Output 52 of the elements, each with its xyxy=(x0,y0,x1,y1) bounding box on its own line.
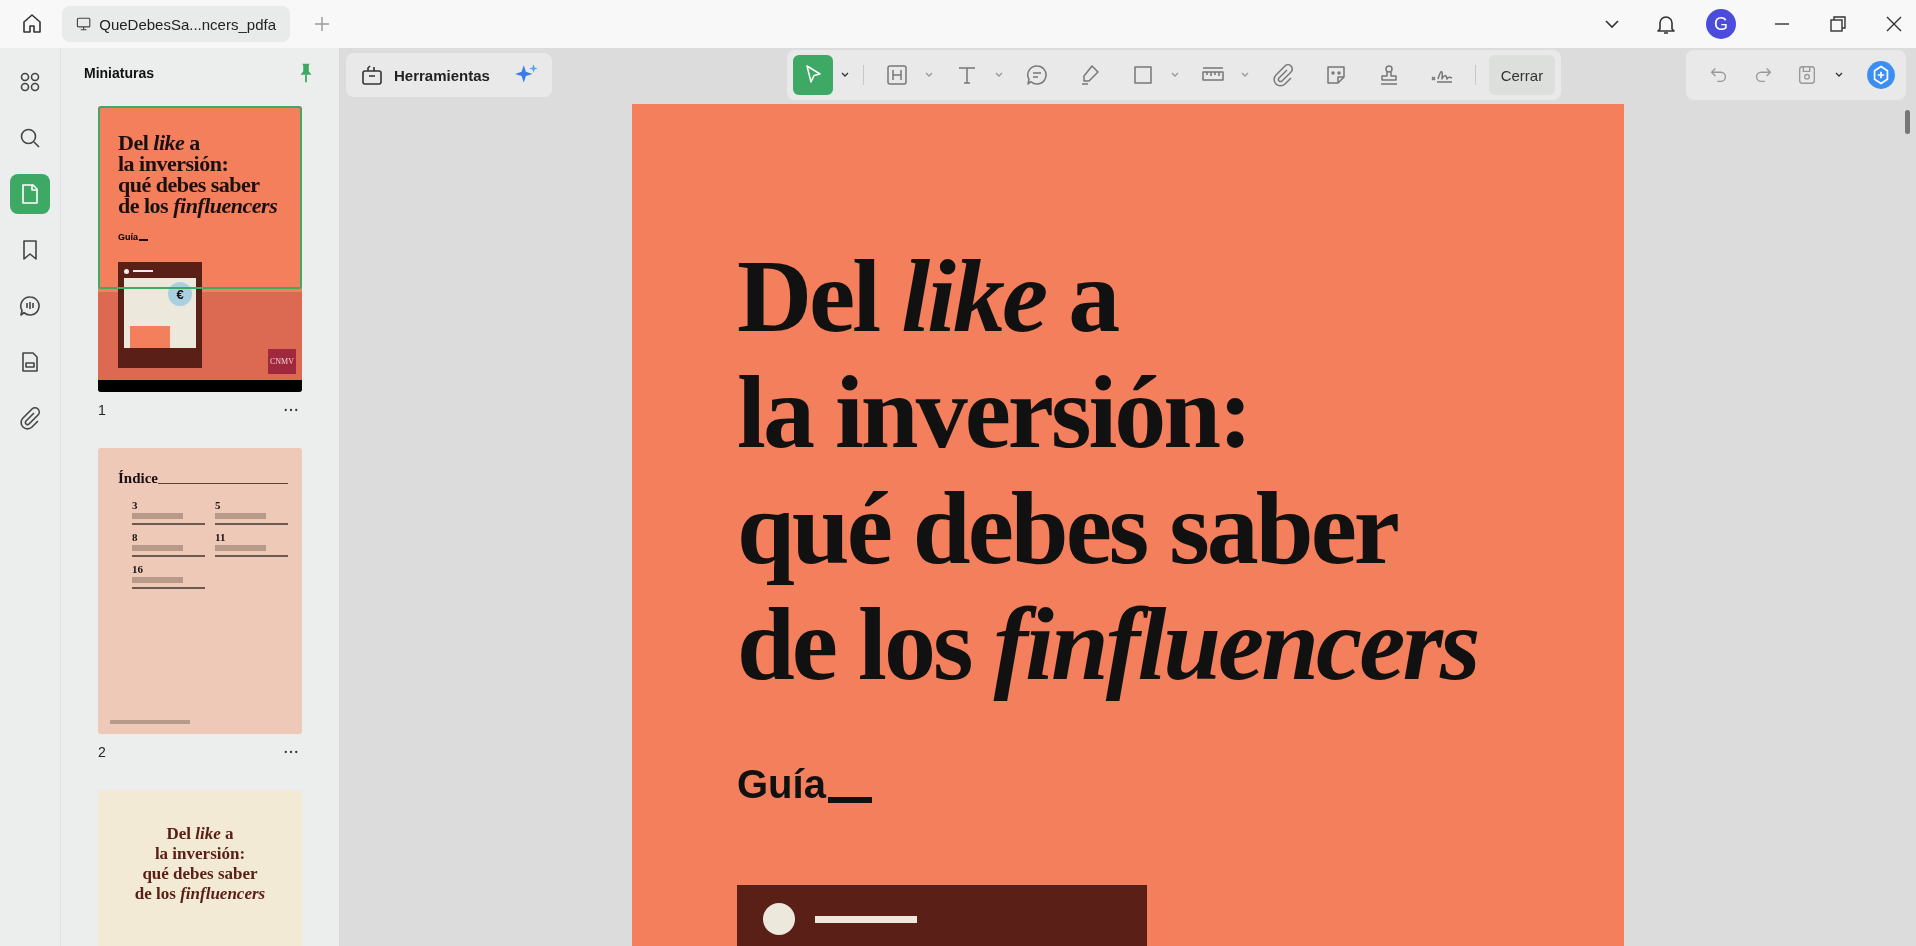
more-icon[interactable] xyxy=(284,408,298,412)
save-icon[interactable] xyxy=(1796,64,1818,86)
thumbnail-title-line: de los finfluencers xyxy=(118,195,279,216)
page-title-line: de los finfluencers xyxy=(737,586,1479,702)
close-icon[interactable] xyxy=(1884,14,1904,34)
thumbnail-title-line: Del like a xyxy=(165,824,235,844)
page-title-line: Del like a xyxy=(737,238,1119,354)
tools-button[interactable]: Herramientas xyxy=(346,53,552,97)
document-tab[interactable]: QueDebesSa...ncers_pdfa xyxy=(62,6,290,42)
user-avatar[interactable]: G xyxy=(1706,9,1736,39)
thumbnail-text-lines xyxy=(132,513,184,519)
thumbnail-text-lines xyxy=(215,545,267,551)
assistant-icon[interactable] xyxy=(1866,60,1896,90)
tab-title: QueDebesSa...ncers_pdfa xyxy=(99,15,276,33)
thumbnail-text-lines xyxy=(132,577,184,583)
thumbnail-text-lines xyxy=(132,545,184,551)
select-tool-icon[interactable] xyxy=(792,55,833,95)
new-tab-icon[interactable] xyxy=(312,14,332,34)
page-title-line: la inversión: xyxy=(737,354,1251,470)
page-icon[interactable] xyxy=(10,174,50,214)
person-shape xyxy=(130,326,170,348)
thumbnail-text-lines xyxy=(215,513,267,519)
page-number: 2 xyxy=(98,744,106,760)
page-number: 1 xyxy=(98,402,106,418)
close-tools-button[interactable]: Cerrar xyxy=(1488,55,1556,95)
panel-title: Miniaturas xyxy=(84,65,154,81)
euro-badge: € xyxy=(168,282,192,306)
thumbnail-title-line: Del like a xyxy=(118,132,201,153)
thumbnail-page-number: 11 xyxy=(215,531,227,543)
scrollbar-thumb[interactable] xyxy=(1905,110,1910,134)
thumbnail-page-number: 16 xyxy=(132,563,144,575)
thumbnail-page-number: 5 xyxy=(215,499,222,511)
page-thumbnail[interactable]: Índice 3 5 8 11 16 xyxy=(98,448,302,734)
thumbnail-page-number: 8 xyxy=(132,531,139,543)
page-title-line: qué debes saber xyxy=(737,470,1399,586)
page-thumbnail[interactable]: Del like a la inversión: qué debes saber de los finfluencers xyxy=(98,790,302,946)
thumbnail-title-line: qué debes saber xyxy=(141,864,259,884)
thumbnail-subtitle: Guía xyxy=(118,232,138,242)
thumbnail-title-line: la inversión: xyxy=(118,153,230,174)
home-icon[interactable] xyxy=(20,12,44,36)
restore-icon[interactable] xyxy=(1828,14,1848,34)
monitor-icon xyxy=(76,16,92,32)
thumbnail-heading: Índice xyxy=(118,470,158,487)
toolbox-icon xyxy=(360,63,384,87)
thumbnail-title-line: qué debes saber xyxy=(118,174,261,195)
thumbnail-title-line: la inversión: xyxy=(153,844,247,864)
more-icon[interactable] xyxy=(284,750,298,754)
logo: CNMV xyxy=(268,349,296,374)
thumbnail-title-line: de los finfluencers xyxy=(133,884,267,904)
page-subtitle: Guía xyxy=(737,762,826,807)
page-thumbnail[interactable]: Del like a la inversión: qué debes saber de los finfluencers Guía € CNMV xyxy=(98,106,302,392)
thumbnail-page-number: 3 xyxy=(132,499,139,511)
